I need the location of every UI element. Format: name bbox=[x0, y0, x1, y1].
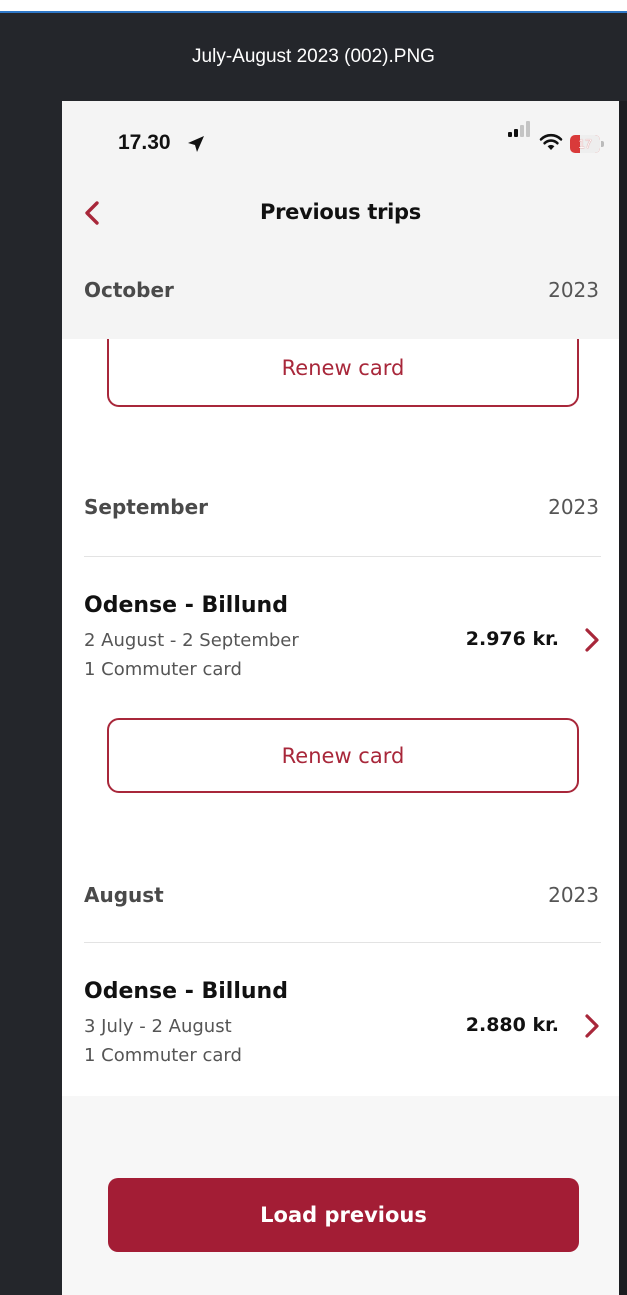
month-year: 2023 bbox=[548, 278, 599, 302]
window-title: July-August 2023 (002).PNG bbox=[192, 46, 435, 67]
phone-screen: Renew card September 2023 Odense - Billu… bbox=[62, 101, 619, 1295]
trip-price: 2.976 kr. bbox=[465, 628, 559, 650]
load-previous-label: Load previous bbox=[260, 1203, 427, 1227]
divider bbox=[84, 556, 601, 557]
location-arrow-icon bbox=[188, 136, 204, 152]
month-name: August bbox=[84, 883, 164, 907]
battery-icon: 17 bbox=[570, 135, 604, 153]
month-year: 2023 bbox=[548, 883, 599, 907]
page-title: Previous trips bbox=[260, 200, 421, 224]
month-header-october: October 2023 bbox=[62, 266, 619, 314]
divider bbox=[84, 942, 601, 943]
renew-card-button[interactable]: Renew card bbox=[107, 718, 579, 793]
window-right-margin bbox=[619, 101, 627, 1295]
navigation-bar: Previous trips bbox=[62, 185, 619, 245]
trip-dates: 3 July - 2 August bbox=[84, 1016, 232, 1037]
trip-type: 1 Commuter card bbox=[84, 1045, 242, 1066]
trip-price: 2.880 kr. bbox=[465, 1014, 559, 1036]
month-name: October bbox=[84, 278, 174, 302]
load-previous-button[interactable]: Load previous bbox=[108, 1178, 579, 1252]
trip-dates: 2 August - 2 September bbox=[84, 630, 299, 651]
month-header-august: August 2023 bbox=[62, 870, 619, 920]
window-top-edge bbox=[0, 0, 627, 13]
status-time: 17.30 bbox=[118, 131, 171, 154]
trip-type: 1 Commuter card bbox=[84, 659, 242, 680]
wifi-icon bbox=[539, 133, 563, 150]
month-header-september: September 2023 bbox=[62, 482, 619, 532]
trip-row[interactable]: Odense - Billund 2 August - 2 September … bbox=[62, 593, 619, 703]
chevron-right-icon bbox=[585, 628, 599, 652]
month-year: 2023 bbox=[548, 495, 599, 519]
chevron-right-icon bbox=[585, 1014, 599, 1038]
renew-card-label: Renew card bbox=[281, 356, 405, 380]
trip-row[interactable]: Odense - Billund 3 July - 2 August 1 Com… bbox=[62, 979, 619, 1089]
sticky-header: 17.30 17 Previous trips October 2023 bbox=[62, 101, 619, 339]
month-name: September bbox=[84, 495, 208, 519]
trip-route: Odense - Billund bbox=[84, 979, 288, 1004]
battery-level: 17 bbox=[578, 137, 592, 151]
renew-card-label: Renew card bbox=[281, 743, 405, 768]
status-bar: 17.30 17 bbox=[62, 101, 619, 185]
trip-route: Odense - Billund bbox=[84, 593, 288, 618]
